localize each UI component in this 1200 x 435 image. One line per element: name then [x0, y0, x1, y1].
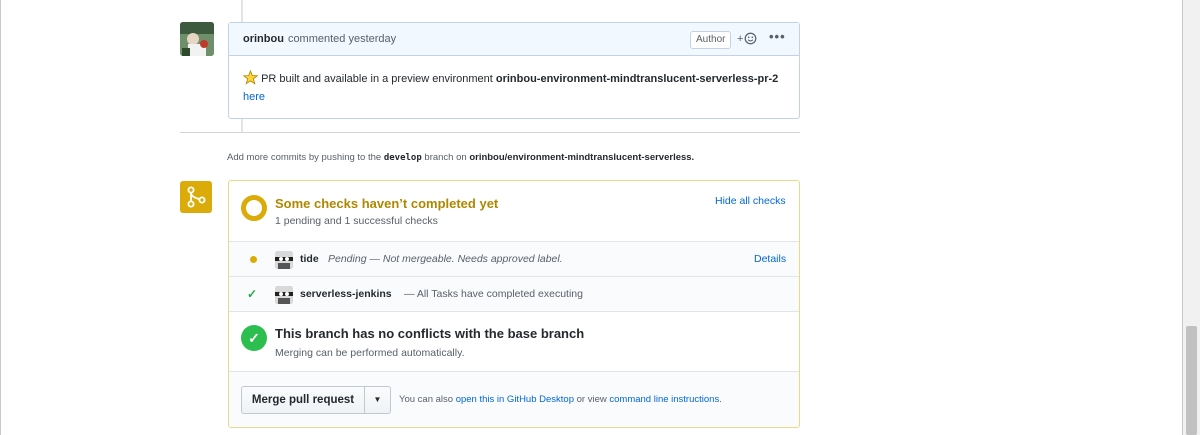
merge-method-dropdown[interactable]: ▼ [364, 386, 391, 414]
environment-name: orinbou-environment-mindtranslucent-serv… [495, 73, 779, 85]
more-options-button[interactable]: ••• [769, 29, 786, 44]
push-note-middle: branch on [424, 152, 467, 163]
success-check-icon: ✓ [241, 325, 267, 351]
conflict-subtitle: Merging can be performed automatically. [275, 347, 465, 359]
conflict-title: This branch has no conflicts with the ba… [275, 326, 585, 341]
add-reaction-button[interactable]: + [737, 32, 757, 45]
hide-all-checks-link[interactable]: Hide all checks [715, 195, 786, 207]
checks-subtitle: 1 pending and 1 successful checks [275, 215, 438, 227]
repo-name: orinbou/environment-mindtranslucent-serv… [469, 152, 695, 163]
details-link[interactable]: Details [754, 253, 786, 265]
check-name: serverless-jenkins [300, 288, 392, 300]
check-description: — All Tasks have completed executing [404, 288, 583, 300]
check-mark-icon: ✓ [247, 287, 258, 301]
checks-title: Some checks haven’t completed yet [275, 196, 499, 211]
pending-dot-icon [250, 256, 257, 263]
checks-summary: Some checks haven’t completed yet 1 pend… [229, 181, 799, 242]
here-link[interactable]: here [243, 91, 265, 103]
comment-box: orinbou commented yesterday Author + •••… [228, 22, 800, 119]
comment-text: PR built and available in a preview envi… [261, 73, 493, 85]
timeline-divider [180, 132, 800, 133]
bot-avatar [275, 286, 293, 304]
merge-status-box: Some checks haven’t completed yet 1 pend… [228, 180, 800, 428]
push-note: Add more commits by pushing to the devel… [227, 152, 694, 163]
check-row-tide: tide Pending — Not mergeable. Needs appr… [229, 242, 799, 277]
comment-timestamp[interactable]: commented yesterday [288, 33, 396, 45]
merge-alt-suffix: . [719, 394, 722, 405]
author-badge: Author [690, 31, 732, 49]
window-border-left [0, 0, 1, 435]
merge-alt-prefix: You can also [399, 394, 454, 405]
comment-header: orinbou commented yesterday Author + ••• [229, 23, 799, 56]
push-note-prefix: Add more commits by pushing to the [227, 152, 382, 163]
merge-pull-request-button[interactable]: Merge pull request [241, 386, 364, 414]
reaction-plus: + [737, 32, 744, 45]
merge-footer: Merge pull request ▼ You can also open t… [229, 372, 799, 427]
scrollbar-thumb[interactable] [1186, 326, 1197, 435]
avatar[interactable] [180, 22, 214, 56]
comment-body: PR built and available in a preview envi… [229, 56, 799, 106]
conflict-status: ✓ This branch has no conflicts with the … [229, 312, 799, 372]
github-desktop-link[interactable]: open this in GitHub Desktop [456, 394, 574, 405]
git-merge-icon [180, 181, 212, 213]
check-row-serverless-jenkins: ✓ serverless-jenkins — All Tasks have co… [229, 277, 799, 312]
triangle-down-icon: ▼ [373, 395, 382, 404]
branch-name: develop [383, 153, 422, 163]
pending-status-icon [241, 195, 267, 221]
smiley-icon [745, 32, 757, 45]
merge-alternatives: You can also open this in GitHub Desktop… [399, 394, 722, 405]
check-name: tide [300, 253, 319, 265]
star-icon [242, 69, 259, 85]
command-line-link[interactable]: command line instructions [609, 394, 719, 405]
bot-avatar [275, 251, 293, 269]
check-description: Pending — Not mergeable. Needs approved … [328, 253, 563, 265]
merge-alt-middle: or view [576, 394, 607, 405]
comment-author[interactable]: orinbou [243, 33, 284, 45]
